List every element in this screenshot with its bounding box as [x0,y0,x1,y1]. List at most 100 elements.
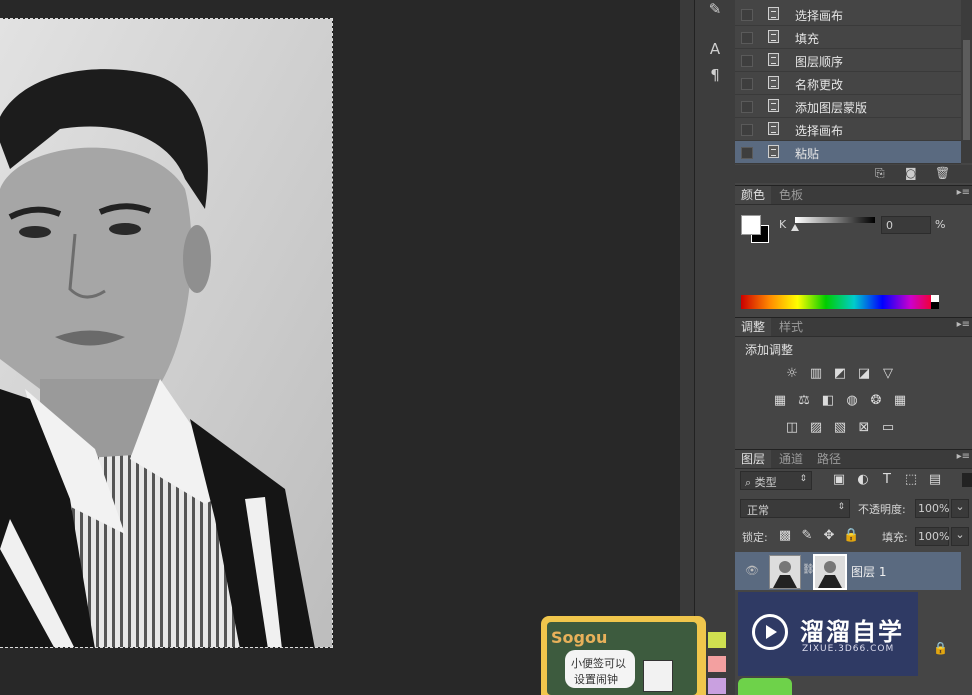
camera-icon[interactable]: ◙ [905,166,917,180]
history-snapshot-checkbox[interactable] [741,32,753,44]
gradient-map-icon[interactable]: ▭ [880,421,896,435]
history-snapshot-checkbox[interactable] [741,147,753,159]
tab-adjustments[interactable]: 调整 [735,318,772,336]
document-canvas-area[interactable] [0,0,680,695]
history-item[interactable]: 选择画布 [735,3,961,26]
character-panel-icon[interactable]: A [703,38,727,60]
posterize-icon[interactable]: ▨ [808,421,824,435]
opacity-field[interactable]: 100% [915,499,949,518]
new-document-from-state-icon[interactable]: ⎘ [875,166,885,181]
shape-filter-icon[interactable]: ⬚ [903,473,919,487]
history-snapshot-checkbox[interactable] [741,124,753,136]
portrait-photo[interactable] [0,18,333,648]
sogou-sticky-widget[interactable]: Sogou 小便签可以 设置闹钟 [541,616,726,695]
blend-mode-select[interactable]: 正常 ⇕ [740,499,850,518]
history-fill-icon [768,30,779,43]
history-item-label: 粘贴 [795,147,820,161]
chevron-updown-icon: ⇕ [799,474,807,484]
foreground-color-swatch[interactable] [741,215,761,235]
lock-position-icon[interactable]: ✥ [821,529,837,543]
panel-menu-icon[interactable]: ▸≡ [957,187,970,198]
play-logo-icon [752,614,788,650]
lock-transparent-icon[interactable]: ▩ [777,529,793,543]
color-panel-tabs: 颜色 色板 ▸≡ [735,185,972,205]
color-spectrum-bar[interactable] [741,295,939,309]
threshold-icon[interactable]: ▧ [832,421,848,435]
history-document-icon [768,7,779,20]
history-scroll-thumb[interactable] [963,40,970,140]
smart-object-filter-icon[interactable]: ▤ [927,473,943,487]
lock-all-icon[interactable]: 🔒 [843,529,859,543]
paragraph-panel-icon[interactable]: ¶ [703,64,727,86]
blend-mode-value: 正常 [747,504,769,517]
levels-icon[interactable]: ▥ [808,367,824,381]
watermark-logo: 溜溜自学 ZIXUE.3D66.COM [738,592,918,676]
canvas-vertical-scrollbar[interactable] [680,0,694,695]
adjustment-filter-icon[interactable]: ◐ [855,473,871,487]
history-item[interactable]: 填充 [735,26,961,49]
color-panel: K 0 % [735,205,972,315]
tab-color[interactable]: 颜色 [735,186,772,204]
layer-row[interactable]: 👁 ⛓ 图层 1 [735,552,961,590]
vibrance-icon[interactable]: ▽ [880,367,896,381]
history-item-label: 图层顺序 [795,55,844,69]
selective-color-icon[interactable]: ⊠ [856,421,872,435]
tab-layers[interactable]: 图层 [735,450,772,468]
history-item[interactable]: 名称更改 [735,72,961,95]
layer-mask-thumbnail[interactable] [813,554,847,590]
filter-toggle[interactable] [962,473,972,487]
sticky-tab-purple[interactable] [708,678,726,694]
history-document-icon [768,145,779,158]
tab-channels[interactable]: 通道 [773,450,809,468]
tab-paths[interactable]: 路径 [811,450,847,468]
k-slider-track[interactable] [795,217,875,223]
color-lookup-icon[interactable]: ▦ [892,394,908,408]
history-item-label: 填充 [795,32,820,46]
lock-paint-icon[interactable]: ✎ [799,529,815,543]
history-item-selected[interactable]: 粘贴 [735,141,961,164]
floating-green-widget[interactable] [738,678,792,695]
note-line-2: 设置闹钟 [574,673,618,686]
k-value-field[interactable]: 0 [881,216,931,234]
eye-icon[interactable]: 👁 [745,564,759,577]
exposure-icon[interactable]: ◪ [856,367,872,381]
history-scrollbar[interactable] [961,0,972,163]
panel-menu-icon[interactable]: ▸≡ [957,451,970,462]
hue-saturation-icon[interactable]: ▦ [772,394,788,408]
tab-styles[interactable]: 样式 [773,318,809,336]
brightness-contrast-icon[interactable]: ☼ [784,367,800,381]
history-snapshot-checkbox[interactable] [741,78,753,90]
curves-icon[interactable]: ◩ [832,367,848,381]
portrait-image [0,19,332,647]
tab-swatches[interactable]: 色板 [773,186,809,204]
color-balance-icon[interactable]: ⚖ [796,394,812,408]
panel-menu-icon[interactable]: ▸≡ [957,319,970,330]
percent-unit: % [935,218,946,231]
type-filter-icon[interactable]: T [879,473,895,487]
layer-name[interactable]: 图层 1 [851,563,886,580]
fill-field[interactable]: 100% [915,527,949,546]
pixel-filter-icon[interactable]: ▣ [831,473,847,487]
history-item[interactable]: 添加图层蒙版 [735,95,961,118]
fill-dropdown[interactable]: ⌄ [951,527,969,546]
history-document-icon [768,76,779,89]
sticky-tab-green[interactable] [708,632,726,648]
history-snapshot-checkbox[interactable] [741,55,753,67]
history-snapshot-checkbox[interactable] [741,9,753,21]
history-panel: 选择画布 填充 图层顺序 名称更改 添加图层蒙版 选择画布 粘贴 ⎘ ◙ 🗑 [735,0,972,183]
black-white-icon[interactable]: ◧ [820,394,836,408]
channel-mixer-icon[interactable]: ❂ [868,394,884,408]
opacity-dropdown[interactable]: ⌄ [951,499,969,518]
history-item[interactable]: 选择画布 [735,118,961,141]
trash-icon[interactable]: 🗑 [935,166,950,180]
history-item[interactable]: 图层顺序 [735,49,961,72]
photo-filter-icon[interactable]: ◍ [844,394,860,408]
k-slider-handle[interactable] [791,224,799,231]
brush-preset-icon[interactable]: ✎ [703,0,727,20]
layer-filter-select[interactable]: ⌕ 类型 ⇕ [740,471,812,490]
history-snapshot-checkbox[interactable] [741,101,753,113]
adjust-panel-tabs: 调整 样式 ▸≡ [735,317,972,337]
sticky-tab-pink[interactable] [708,656,726,672]
invert-icon[interactable]: ◫ [784,421,800,435]
mascot-icon [643,660,673,692]
